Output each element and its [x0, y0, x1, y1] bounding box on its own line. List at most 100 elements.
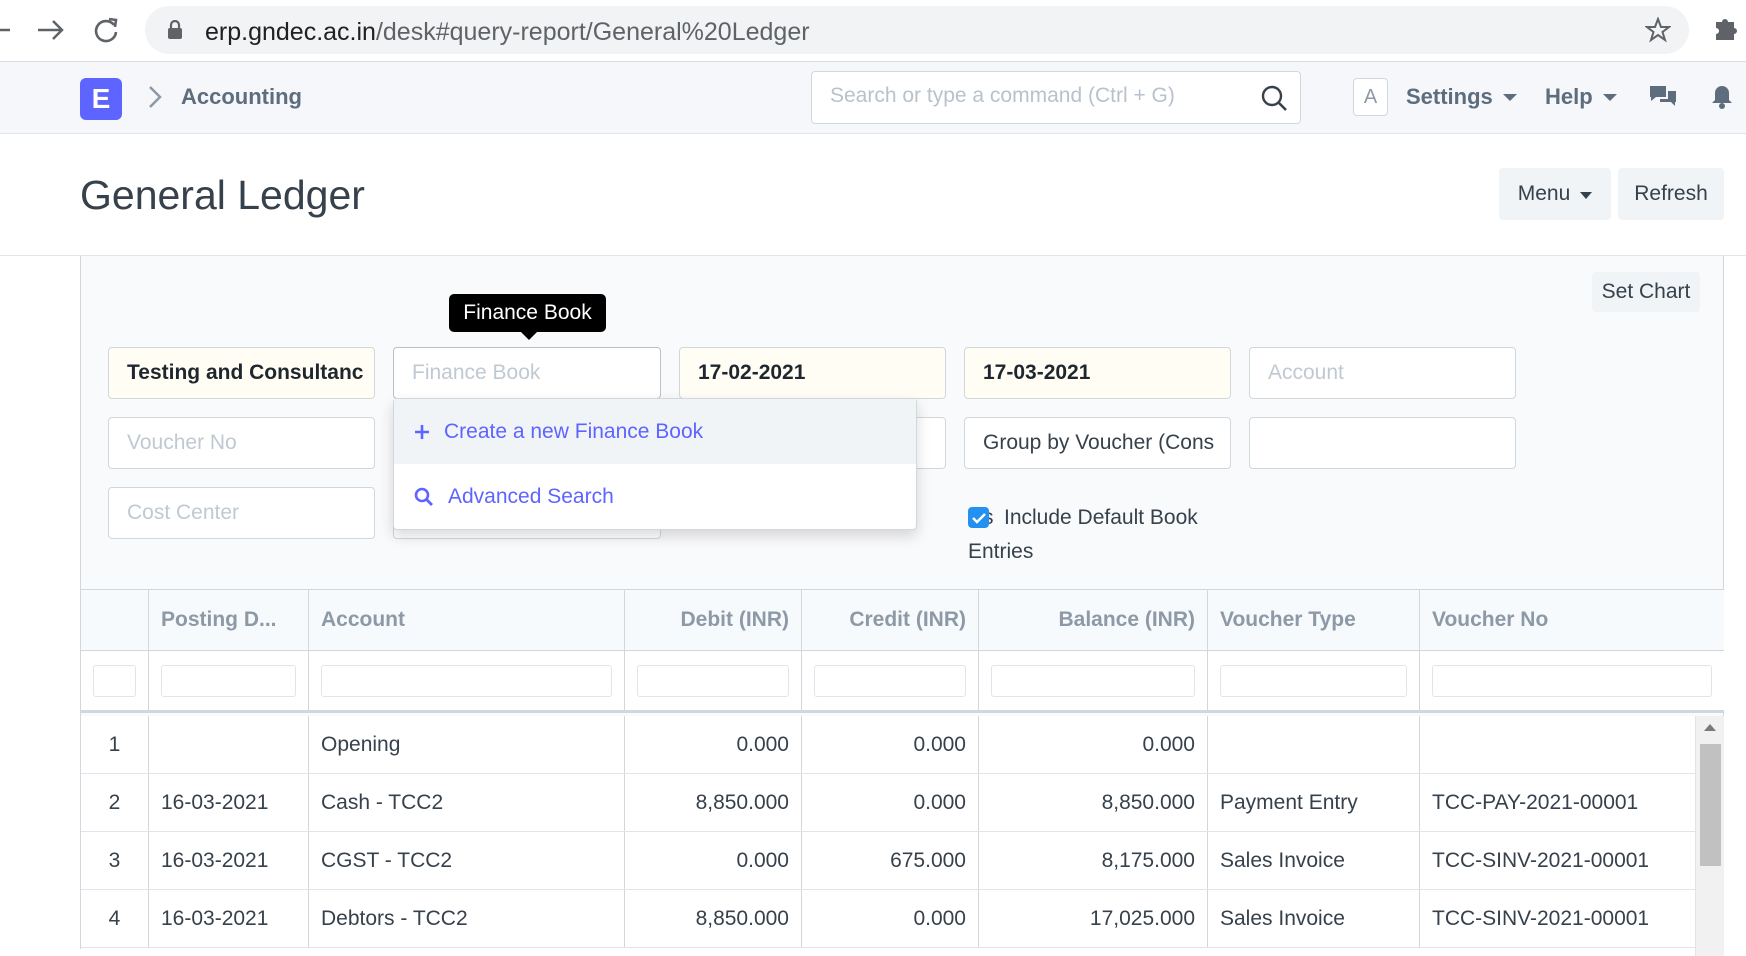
help-dropdown[interactable]: Help	[1545, 84, 1617, 110]
cell-credit: 675.000	[802, 832, 979, 889]
cell-balance: 0.000	[979, 716, 1208, 773]
help-label: Help	[1545, 84, 1593, 109]
url-text: erp.gndec.ac.in/desk#query-report/Genera…	[205, 18, 810, 47]
table-row[interactable]: 3 16-03-2021 CGST - TCC2 0.000 675.000 8…	[81, 832, 1724, 890]
voucher-type-filter-input[interactable]	[1220, 664, 1407, 697]
table-row[interactable]: 2 16-03-2021 Cash - TCC2 8,850.000 0.000…	[81, 774, 1724, 832]
finance-book-dropdown: Create a new Finance Book Advanced Searc…	[393, 398, 917, 530]
account-filter-input[interactable]	[321, 664, 612, 697]
cell-debit: 0.000	[625, 716, 802, 773]
cell-balance: 17,025.000	[979, 890, 1208, 947]
caret-down-icon	[1502, 93, 1517, 101]
cell-voucher-no[interactable]: TCC-PAY-2021-00001	[1420, 774, 1695, 831]
page-title: General Ledger	[80, 172, 365, 218]
col-header-credit[interactable]: Credit (INR)	[802, 590, 979, 650]
cell-account: Opening	[309, 716, 625, 773]
cell-balance: 8,850.000	[979, 774, 1208, 831]
bell-icon[interactable]	[1710, 84, 1734, 115]
cell-index: 2	[81, 774, 149, 831]
col-header-voucher-no[interactable]: Voucher No	[1420, 590, 1724, 650]
avatar[interactable]: A	[1353, 78, 1388, 116]
cell-voucher-no[interactable]: TCC-SINV-2021-00001	[1420, 890, 1695, 947]
caret-down-icon	[1580, 192, 1593, 199]
finance-book-filter[interactable]: Finance Book	[393, 347, 661, 399]
reload-icon	[94, 17, 118, 43]
cell-credit: 0.000	[802, 774, 979, 831]
plus-icon	[414, 424, 430, 440]
col-header-debit[interactable]: Debit (INR)	[625, 590, 802, 650]
index-filter-input[interactable]	[93, 664, 136, 697]
cell-posting-date: 16-03-2021	[149, 774, 309, 831]
search-icon	[414, 487, 434, 507]
cell-debit: 0.000	[625, 832, 802, 889]
caret-down-icon	[1602, 93, 1617, 101]
posting-date-filter-input[interactable]	[161, 664, 296, 697]
advanced-search-option[interactable]: Advanced Search	[394, 464, 916, 529]
company-filter[interactable]: Testing and Consultanc	[108, 347, 375, 399]
set-chart-button[interactable]: Set Chart	[1592, 272, 1700, 312]
cell-posting-date	[149, 716, 309, 773]
page-head: General Ledger Menu Refresh	[0, 134, 1746, 256]
to-date-filter[interactable]: 17-03-2021	[964, 347, 1231, 399]
settings-label: Settings	[1406, 84, 1493, 109]
cell-posting-date: 16-03-2021	[149, 890, 309, 947]
search-input[interactable]	[830, 84, 1250, 108]
menu-button[interactable]: Menu	[1499, 168, 1611, 220]
arrow-right-icon	[38, 20, 64, 40]
include-default-book-checkbox[interactable]	[968, 507, 989, 528]
cell-voucher-type: Sales Invoice	[1208, 890, 1420, 947]
voucher-no-filter-input[interactable]	[1432, 664, 1712, 697]
cell-voucher-no[interactable]: TCC-SINV-2021-00001	[1420, 832, 1695, 889]
cell-posting-date: 16-03-2021	[149, 832, 309, 889]
col-header-voucher-type[interactable]: Voucher Type	[1208, 590, 1420, 650]
group-by-filter[interactable]: Group by Voucher (Cons	[964, 417, 1231, 469]
scroll-up-arrow-icon[interactable]	[1704, 724, 1716, 731]
bookmark-star-icon[interactable]	[1644, 16, 1672, 48]
cell-credit: 0.000	[802, 716, 979, 773]
table-row[interactable]: 1 Opening 0.000 0.000 0.000	[81, 716, 1724, 774]
col-header-account[interactable]: Account	[309, 590, 625, 650]
cell-voucher-type: Payment Entry	[1208, 774, 1420, 831]
checkmark-icon	[971, 512, 986, 524]
debit-filter-input[interactable]	[637, 664, 789, 697]
extensions-puzzle-icon[interactable]	[1712, 14, 1740, 47]
balance-filter-input[interactable]	[991, 664, 1195, 697]
create-finance-book-label: Create a new Finance Book	[444, 419, 704, 443]
create-finance-book-option[interactable]: Create a new Finance Book	[394, 399, 916, 464]
col-header-posting-date[interactable]: Posting D...	[149, 590, 309, 650]
back-button[interactable]	[0, 10, 18, 50]
address-bar[interactable]: erp.gndec.ac.in/desk#query-report/Genera…	[145, 6, 1689, 54]
table-scrollbar[interactable]	[1695, 716, 1724, 956]
column-filter-row	[81, 651, 1724, 713]
url-path: /desk#query-report/General%20Ledger	[375, 18, 810, 46]
cell-account: Cash - TCC2	[309, 774, 625, 831]
from-date-filter[interactable]: 17-02-2021	[679, 347, 946, 399]
forward-button[interactable]	[30, 10, 70, 50]
chat-bubbles-icon[interactable]	[1648, 84, 1678, 115]
lock-icon	[167, 19, 183, 45]
cell-index: 3	[81, 832, 149, 889]
cell-voucher-no[interactable]	[1420, 716, 1695, 773]
refresh-label: Refresh	[1634, 182, 1708, 205]
search-icon[interactable]	[1260, 84, 1288, 117]
url-host: erp.gndec.ac.in	[205, 18, 376, 46]
voucher-no-filter[interactable]: Voucher No	[108, 417, 375, 469]
cell-account: Debtors - TCC2	[309, 890, 625, 947]
app-navbar: E Accounting A Settings Help	[0, 62, 1746, 134]
account-filter[interactable]: Account	[1249, 347, 1516, 399]
breadcrumb[interactable]: Accounting	[181, 84, 302, 110]
cell-voucher-type	[1208, 716, 1420, 773]
table-row[interactable]: 4 16-03-2021 Debtors - TCC2 8,850.000 0.…	[81, 890, 1724, 948]
settings-dropdown[interactable]: Settings	[1406, 84, 1517, 110]
col-header-balance[interactable]: Balance (INR)	[979, 590, 1208, 650]
credit-filter-input[interactable]	[814, 664, 966, 697]
scrollbar-thumb[interactable]	[1700, 744, 1721, 866]
reload-button[interactable]	[86, 10, 126, 50]
app-logo[interactable]: E	[80, 78, 122, 120]
party-filter[interactable]	[1249, 417, 1516, 469]
refresh-button[interactable]: Refresh	[1618, 168, 1724, 220]
cell-balance: 8,175.000	[979, 832, 1208, 889]
arrow-left-icon	[0, 28, 10, 32]
report-area: Set Chart Testing and Consultanc Finance…	[80, 256, 1724, 956]
cost-center-filter[interactable]: Cost Center	[108, 487, 375, 539]
